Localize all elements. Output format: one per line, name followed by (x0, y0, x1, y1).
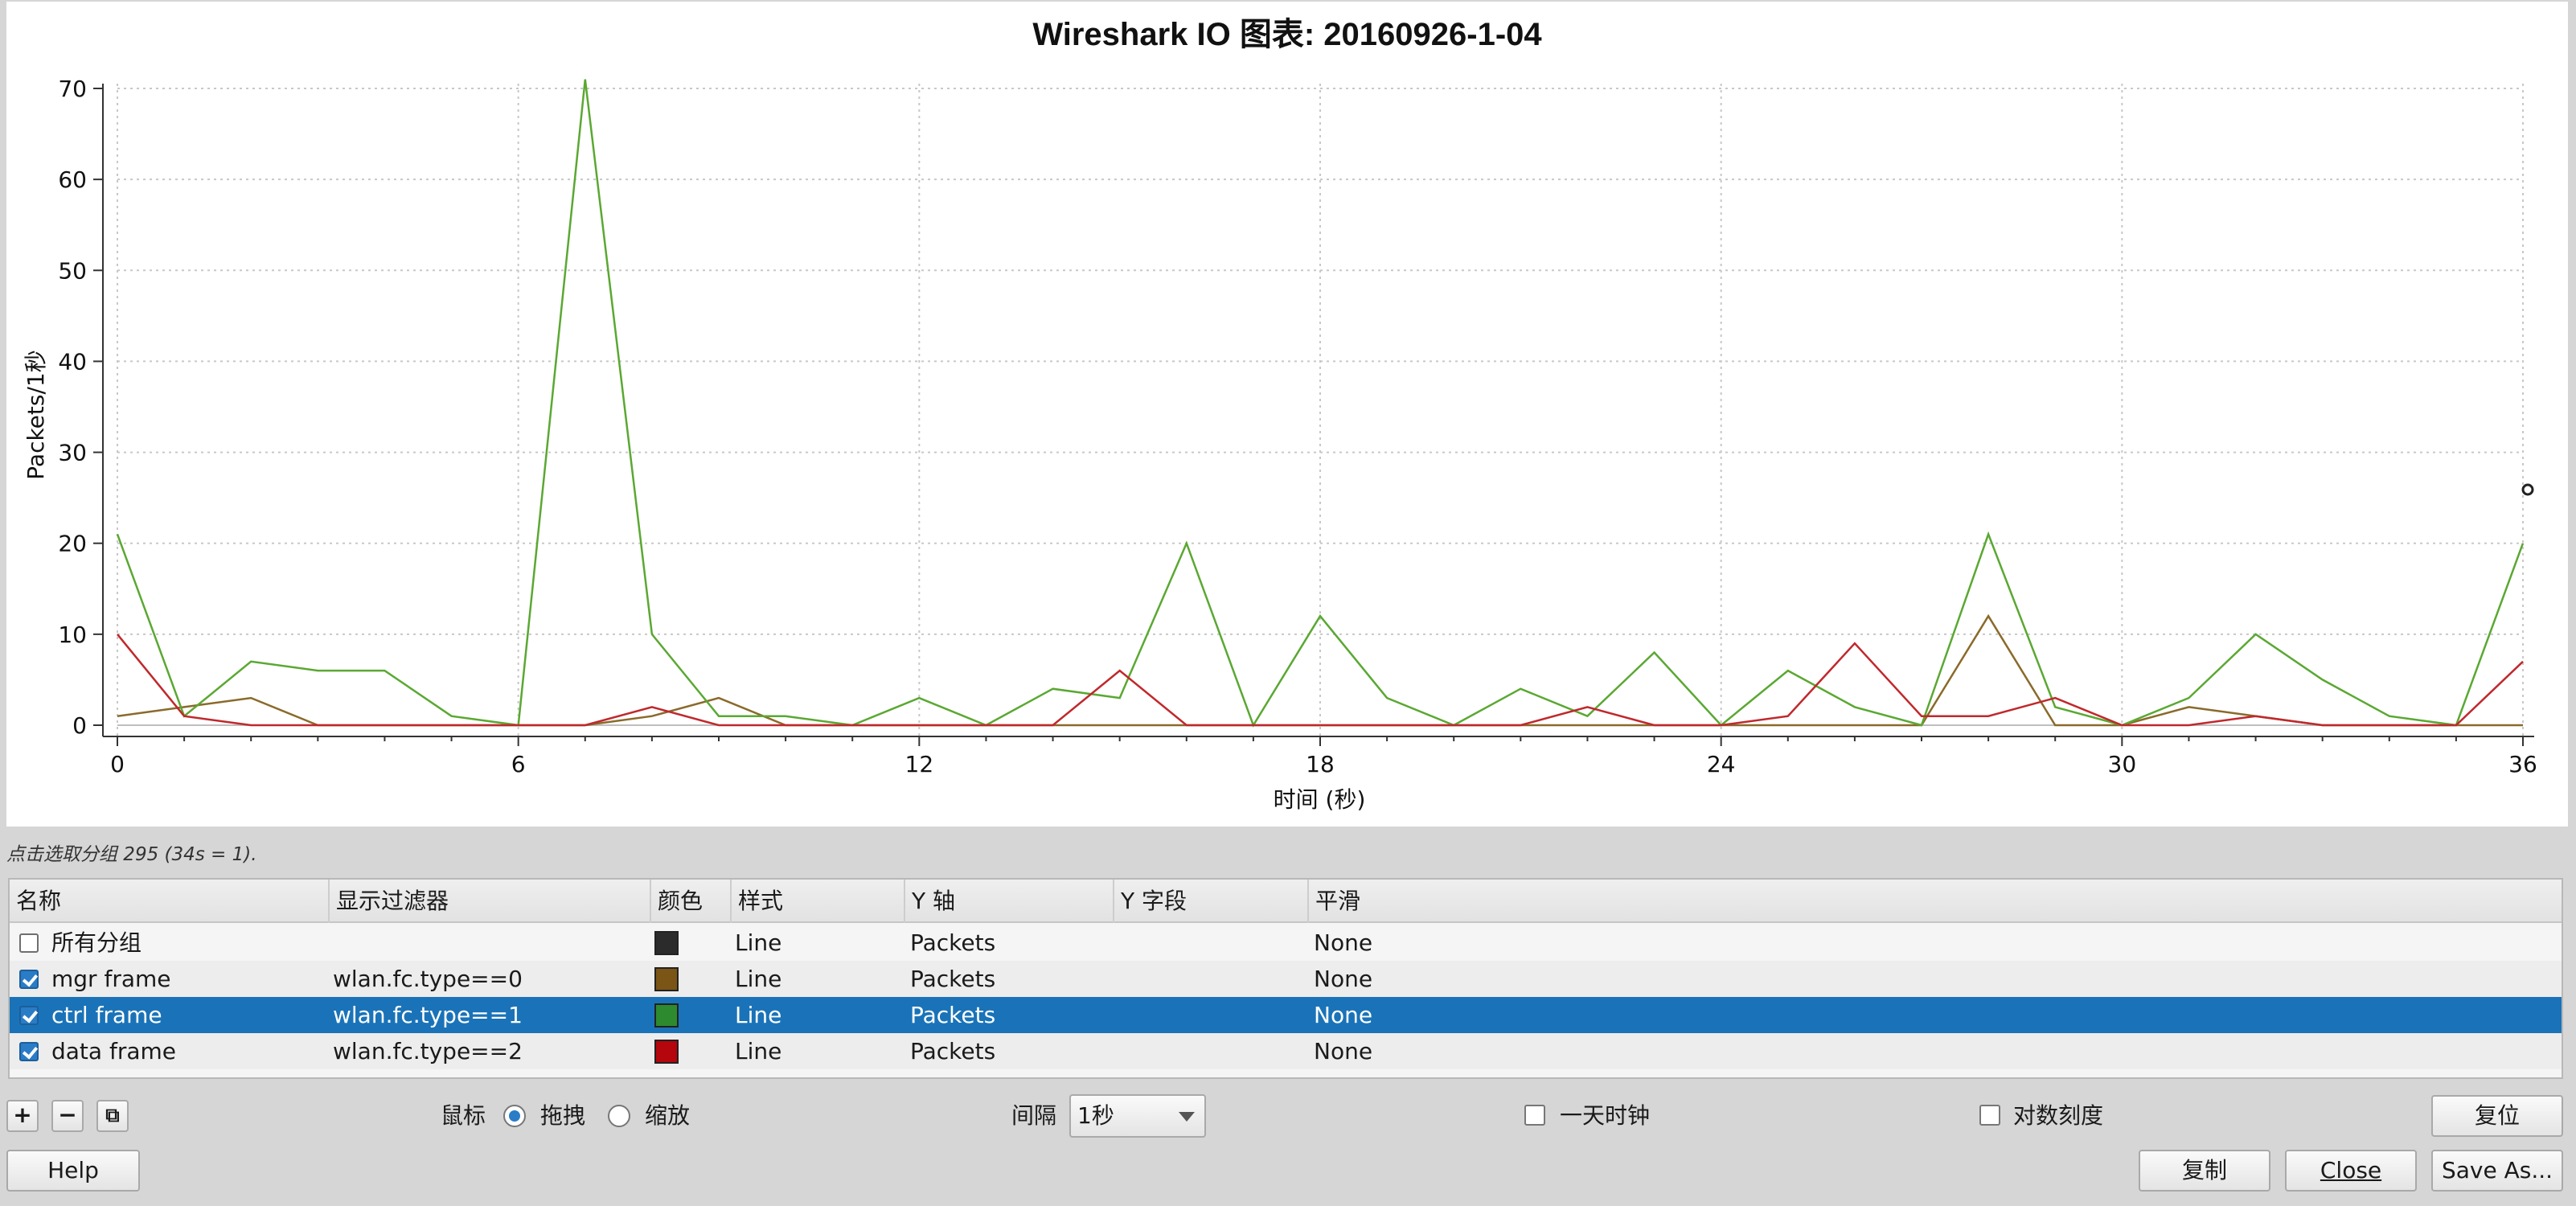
close-button[interactable]: Close (2285, 1150, 2417, 1192)
table-row-selected[interactable]: ctrl frame wlan.fc.type==1 Line Packets … (10, 997, 2562, 1033)
copy-graph-button[interactable]: ⧉ (96, 1100, 129, 1132)
y-tick-label: 0 (72, 712, 87, 739)
save-as-button[interactable]: Save As... (2431, 1150, 2563, 1192)
status-hint: 点击选取分组 295 (34s = 1). (6, 844, 257, 865)
col-header-smooth[interactable]: 平滑 (1309, 880, 2563, 923)
row-smooth: None (1314, 1002, 1373, 1028)
table-row[interactable]: data frame wlan.fc.type==2 Line Packets … (10, 1033, 2562, 1069)
y-axis-label: Packets/1秒 (23, 350, 49, 479)
add-graph-button[interactable]: + (6, 1100, 39, 1132)
y-tick-label: 70 (58, 76, 87, 102)
x-tick-label: 0 (110, 751, 125, 777)
plot-title: Wireshark IO 图表: 20160926-1-04 (1032, 17, 1542, 52)
chevron-down-icon (1179, 1112, 1195, 1122)
graph-list-table[interactable]: 名称 显示过滤器 颜色 样式 Y 轴 Y 字段 平滑 所有分组 Line Pac… (8, 878, 2563, 1079)
y-tick-label: 30 (58, 440, 87, 466)
series-line-ctrl-frame (116, 79, 2525, 728)
help-button[interactable]: Help (6, 1150, 140, 1192)
time-of-day-checkbox[interactable] (1524, 1105, 1545, 1126)
col-header-style[interactable]: 样式 (732, 880, 905, 923)
row-enable-checkbox[interactable] (19, 1006, 39, 1025)
y-tick-label: 60 (58, 166, 87, 193)
row-style: Line (735, 929, 782, 956)
row-smooth: None (1314, 1038, 1373, 1064)
zoom-radio[interactable] (608, 1105, 630, 1127)
row-style: Line (735, 1002, 782, 1028)
x-tick-label: 30 (2108, 751, 2137, 777)
row-smooth: None (1314, 929, 1373, 956)
row-style: Line (735, 966, 782, 992)
time-of-day-label[interactable]: 一天时钟 (1560, 1100, 1650, 1132)
row-y-axis: Packets (910, 1002, 996, 1028)
table-header: 名称 显示过滤器 颜色 样式 Y 轴 Y 字段 平滑 (10, 880, 2562, 923)
row-enable-checkbox[interactable] (19, 970, 39, 989)
row-color-swatch[interactable] (654, 967, 679, 991)
row-y-axis: Packets (910, 1038, 996, 1064)
reset-button[interactable]: 复位 (2431, 1095, 2563, 1137)
y-tick-label: 20 (58, 531, 87, 557)
row-name: ctrl frame (51, 1002, 162, 1028)
interval-value: 1秒 (1077, 1102, 1114, 1129)
x-tick-label: 18 (1306, 751, 1335, 777)
row-filter: wlan.fc.type==0 (333, 966, 523, 992)
row-color-swatch[interactable] (654, 1003, 679, 1028)
row-filter: wlan.fc.type==2 (333, 1038, 523, 1064)
y-tick-label: 50 (58, 257, 87, 284)
table-row[interactable]: 所有分组 Line Packets None (10, 925, 2562, 961)
interval-label: 间隔 (1011, 1102, 1057, 1129)
row-style: Line (735, 1038, 782, 1064)
col-header-y-axis[interactable]: Y 轴 (905, 880, 1114, 923)
x-axis-label: 时间 (秒) (1274, 786, 1366, 813)
row-enable-checkbox[interactable] (19, 1042, 39, 1061)
copy-button[interactable]: 复制 (2139, 1150, 2270, 1192)
log-scale-label[interactable]: 对数刻度 (2013, 1100, 2103, 1132)
row-filter: wlan.fc.type==1 (333, 1002, 523, 1028)
row-color-swatch[interactable] (654, 1040, 679, 1064)
row-name: 所有分组 (51, 929, 142, 956)
table-row[interactable]: mgr frame wlan.fc.type==0 Line Packets N… (10, 961, 2562, 997)
col-header-color[interactable]: 颜色 (651, 880, 732, 923)
x-tick-label: 36 (2508, 751, 2537, 777)
col-header-filter[interactable]: 显示过滤器 (330, 880, 651, 923)
x-tick-label: 6 (511, 751, 526, 777)
interval-select[interactable]: 1秒 (1069, 1094, 1206, 1138)
row-y-axis: Packets (910, 929, 996, 956)
io-graph-svg[interactable]: Wireshark IO 图表: 20160926-1-04 0 10 20 30 40… (6, 2, 2568, 827)
mouse-mode-label: 鼠标 (441, 1102, 486, 1129)
cursor-marker (2521, 483, 2534, 496)
io-graph-plot[interactable]: Wireshark IO 图表: 20160926-1-04 0 10 20 30 40… (6, 2, 2568, 827)
y-tick-label: 10 (58, 621, 87, 648)
log-scale-checkbox[interactable] (1979, 1105, 2000, 1126)
col-header-y-field[interactable]: Y 字段 (1114, 880, 1309, 923)
row-name: data frame (51, 1038, 176, 1064)
row-enable-checkbox[interactable] (19, 933, 39, 953)
series-line-data-frame (117, 634, 2524, 727)
row-color-swatch[interactable] (654, 931, 679, 955)
x-tick-label: 12 (905, 751, 934, 777)
zoom-label[interactable]: 缩放 (645, 1100, 690, 1132)
row-name: mgr frame (51, 966, 171, 992)
drag-label[interactable]: 拖拽 (540, 1100, 585, 1132)
row-smooth: None (1314, 966, 1373, 992)
row-y-axis: Packets (910, 966, 996, 992)
drag-radio[interactable] (503, 1105, 526, 1127)
x-tick-label: 24 (1707, 751, 1736, 777)
y-tick-label: 40 (58, 348, 87, 375)
col-header-name[interactable]: 名称 (10, 880, 330, 923)
remove-graph-button[interactable]: − (51, 1100, 84, 1132)
